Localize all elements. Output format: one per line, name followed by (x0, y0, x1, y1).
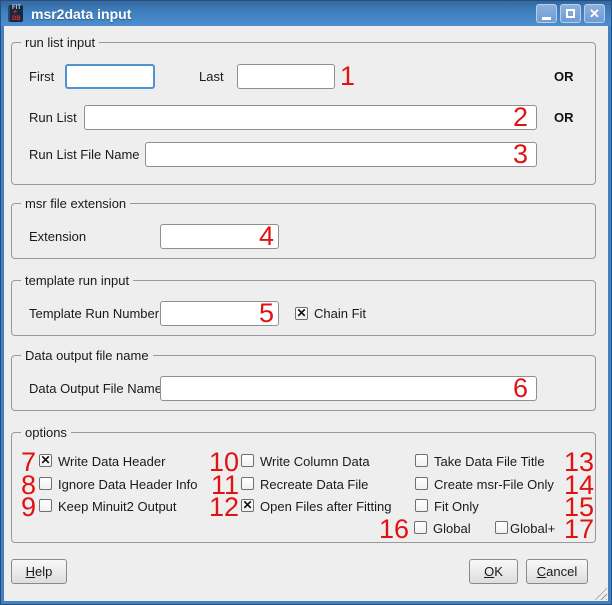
help-button[interactable]: Help (11, 559, 67, 584)
cancel-button[interactable]: Cancel (526, 559, 588, 584)
minimize-button[interactable] (536, 4, 557, 23)
annotation-9: 9 (14, 493, 36, 521)
annotation-1: 1 (340, 62, 366, 90)
maximize-icon (566, 9, 575, 18)
chain-fit-label: Chain Fit (314, 305, 366, 322)
group-template-run-input: template run input Template Run Number 5… (11, 280, 596, 336)
annotation-16: 16 (369, 515, 409, 543)
or-label-1: OR (554, 64, 574, 89)
minimize-icon (542, 17, 551, 20)
fit-only-label: Fit Only (434, 498, 479, 515)
options-row-1: 7 ✕ Write Data Header 10 Write Column Da… (12, 453, 595, 471)
run-list-file-name-label: Run List File Name (29, 142, 140, 167)
annotation-7: 7 (14, 448, 36, 476)
msr2data-dialog-window: FIT + DB msr2data input ✕ run list input… (0, 0, 612, 605)
write-column-data-label: Write Column Data (260, 453, 370, 470)
msr2data-app-icon: FIT + DB (8, 5, 23, 22)
run-list-input[interactable] (84, 105, 537, 130)
write-data-header-checkbox[interactable]: ✕ (39, 454, 52, 467)
group-data-output-file-name: Data output file name Data Output File N… (11, 355, 596, 411)
last-run-input[interactable] (237, 64, 335, 89)
template-run-number-input[interactable] (160, 301, 279, 326)
first-run-input[interactable] (65, 64, 155, 89)
annotation-15: 15 (564, 493, 596, 521)
group-msr-file-extension: msr file extension Extension 4 (11, 203, 596, 259)
annotation-8: 8 (14, 471, 36, 499)
fit-only-checkbox[interactable] (415, 499, 428, 512)
data-output-file-name-input[interactable] (160, 376, 537, 401)
write-column-data-checkbox[interactable] (241, 454, 254, 467)
window-title: msr2data input (31, 6, 131, 22)
write-data-header-label: Write Data Header (58, 453, 165, 470)
data-output-file-name-label: Data Output File Name (29, 376, 162, 401)
icon-text-db: DB (12, 16, 21, 22)
global-label: Global (433, 520, 471, 537)
dialog-content: run list input First Last 1 OR Run List … (4, 26, 608, 601)
resize-grip[interactable] (593, 586, 607, 600)
close-icon: ✕ (589, 7, 600, 20)
last-label: Last (199, 64, 224, 89)
recreate-data-file-label: Recreate Data File (260, 476, 368, 493)
annotation-17: 17 (564, 515, 596, 543)
extension-input[interactable] (160, 224, 279, 249)
ignore-data-header-info-label: Ignore Data Header Info (58, 476, 197, 493)
annotation-13: 13 (564, 448, 596, 476)
maximize-button[interactable] (560, 4, 581, 23)
take-data-file-title-label: Take Data File Title (434, 453, 545, 470)
ok-button-label: OK (470, 560, 517, 583)
annotation-12: 12 (199, 493, 239, 521)
or-label-2: OR (554, 105, 574, 130)
cancel-button-label: Cancel (527, 560, 587, 583)
help-button-label: Help (12, 560, 66, 583)
global-checkbox[interactable] (414, 521, 427, 534)
options-row-4: 16 Global Global+ 17 (12, 520, 595, 538)
close-button[interactable]: ✕ (584, 4, 605, 23)
recreate-data-file-checkbox[interactable] (241, 477, 254, 490)
annotation-10: 10 (199, 448, 239, 476)
group-run-list-input-legend: run list input (21, 35, 99, 50)
group-run-list-input: run list input First Last 1 OR Run List … (11, 42, 596, 185)
window-controls: ✕ (536, 4, 605, 23)
ok-button[interactable]: OK (469, 559, 518, 584)
open-files-after-fitting-checkbox[interactable]: ✕ (241, 499, 254, 512)
run-list-label: Run List (29, 105, 77, 130)
run-list-file-name-input[interactable] (145, 142, 537, 167)
keep-minuit2-output-label: Keep Minuit2 Output (58, 498, 177, 515)
open-files-after-fitting-label: Open Files after Fitting (260, 498, 392, 515)
global-plus-label: Global+ (510, 520, 555, 537)
annotation-11: 11 (199, 471, 239, 499)
create-msr-file-only-checkbox[interactable] (415, 477, 428, 490)
first-label: First (29, 64, 54, 89)
options-row-2: 8 Ignore Data Header Info 11 Recreate Da… (12, 476, 595, 494)
title-bar[interactable]: FIT + DB msr2data input ✕ (1, 1, 611, 26)
take-data-file-title-checkbox[interactable] (415, 454, 428, 467)
template-run-number-label: Template Run Number (29, 301, 159, 326)
annotation-14: 14 (564, 471, 596, 499)
options-row-3: 9 Keep Minuit2 Output 12 ✕ Open Files af… (12, 498, 595, 516)
group-msr-file-extension-legend: msr file extension (21, 196, 130, 211)
group-data-output-file-name-legend: Data output file name (21, 348, 153, 363)
create-msr-file-only-label: Create msr-File Only (434, 476, 554, 493)
group-options: options 7 ✕ Write Data Header 10 Write C… (11, 432, 596, 543)
keep-minuit2-output-checkbox[interactable] (39, 499, 52, 512)
extension-label: Extension (29, 224, 86, 249)
group-template-run-input-legend: template run input (21, 273, 133, 288)
ignore-data-header-info-checkbox[interactable] (39, 477, 52, 490)
global-plus-checkbox[interactable] (495, 521, 508, 534)
group-options-legend: options (21, 425, 71, 440)
chain-fit-checkbox[interactable]: ✕ (295, 307, 308, 320)
